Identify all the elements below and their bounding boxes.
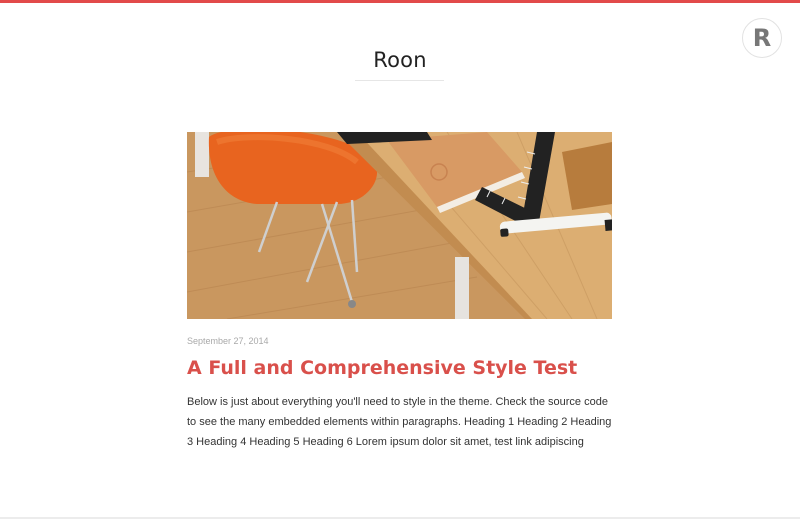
post-featured-image[interactable] xyxy=(187,132,612,319)
post-title-link[interactable]: A Full and Comprehensive Style Test xyxy=(187,357,577,379)
site-title[interactable]: Roon xyxy=(0,48,800,72)
title-divider xyxy=(355,80,444,81)
logo-r-icon: R xyxy=(752,23,772,52)
desk-photo-icon xyxy=(187,132,612,319)
post-excerpt: Below is just about everything you'll ne… xyxy=(187,396,612,448)
post-date: September 27, 2014 xyxy=(187,336,269,346)
top-accent-bar xyxy=(0,0,800,3)
